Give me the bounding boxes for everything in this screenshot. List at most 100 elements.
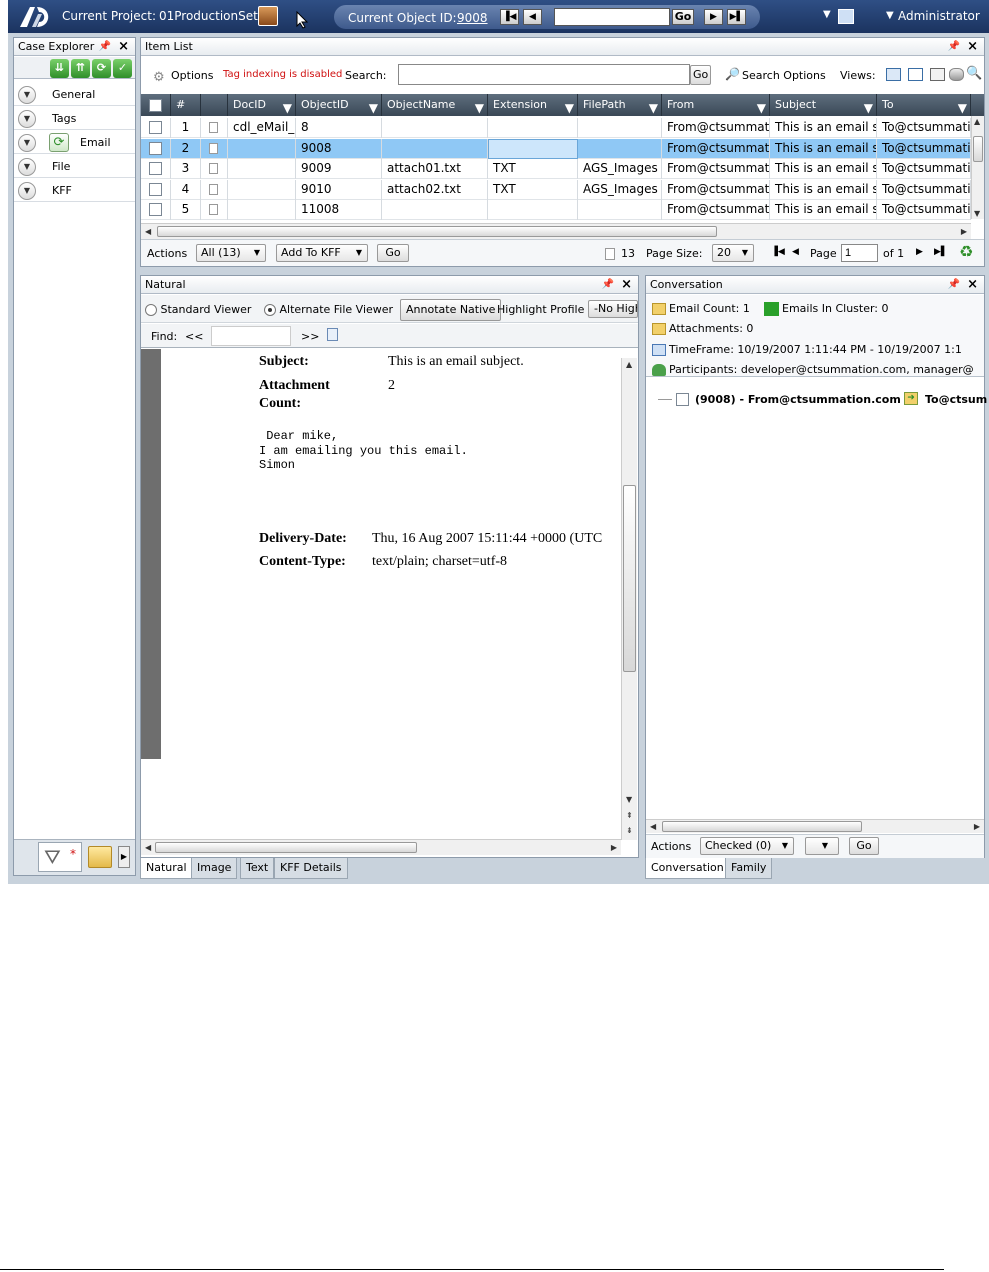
- table-row[interactable]: 4 9010 attach02.txt TXT AGS_Images From@ctsum…: [141, 179, 971, 200]
- apply-check-icon[interactable]: ✓: [113, 59, 132, 78]
- filter-icon[interactable]: ▼: [958, 97, 967, 116]
- scroll-up-icon[interactable]: ▲: [974, 117, 980, 126]
- chevron-down-icon[interactable]: ▼: [18, 134, 36, 152]
- select-all-checkbox-cell[interactable]: [141, 94, 171, 116]
- select-all-checkbox[interactable]: [149, 98, 162, 112]
- case-item-tags[interactable]: ▼ Tags: [14, 107, 135, 130]
- column-header-num[interactable]: #: [171, 94, 201, 116]
- find-input[interactable]: [211, 326, 291, 346]
- row-checkbox-cell[interactable]: [141, 118, 171, 138]
- document-horizontal-scrollbar[interactable]: ◀ ▶: [141, 839, 621, 855]
- tab-family[interactable]: Family: [725, 858, 773, 879]
- conversation-go-button[interactable]: Go: [849, 837, 879, 855]
- filter-icon[interactable]: ▼: [757, 97, 766, 116]
- page-size-select[interactable]: 20 ▼: [712, 244, 754, 262]
- column-header-extension[interactable]: Extension ▼: [488, 94, 578, 116]
- options-link[interactable]: Options: [171, 69, 213, 82]
- scroll-right-icon[interactable]: ▶: [611, 843, 617, 852]
- row-checkbox[interactable]: [149, 121, 162, 134]
- annotate-native-button[interactable]: Annotate Native: [400, 299, 502, 321]
- close-icon[interactable]: ×: [967, 38, 978, 55]
- action-type-select[interactable]: ▼: [805, 837, 839, 855]
- filter-icon[interactable]: ▼: [565, 97, 574, 116]
- folder-tab-icon[interactable]: [88, 846, 112, 868]
- row-checkbox[interactable]: [149, 203, 162, 216]
- project-switch-icon[interactable]: [258, 6, 278, 26]
- filter-icon[interactable]: ▼: [864, 97, 873, 116]
- column-header-docid[interactable]: DocID ▼: [228, 94, 296, 116]
- pin-icon[interactable]: 📌: [948, 38, 960, 55]
- row-checkbox[interactable]: [149, 182, 162, 196]
- case-item-file[interactable]: ▼ File: [14, 155, 135, 178]
- checked-select[interactable]: Checked (0) ▼: [700, 837, 794, 855]
- scroll-down-icon[interactable]: ▼: [974, 209, 980, 218]
- actions-scope-select[interactable]: All (13) ▼: [196, 244, 266, 262]
- pin-icon[interactable]: 📌: [602, 276, 614, 293]
- filter-icon[interactable]: ▼: [475, 97, 484, 116]
- filter-icon[interactable]: ▼: [649, 97, 658, 116]
- expand-all-icon[interactable]: ⇊: [50, 59, 69, 78]
- tree-item-checkbox[interactable]: [676, 393, 689, 406]
- recycle-refresh-icon[interactable]: ♻: [959, 242, 973, 261]
- pin-icon[interactable]: 📌: [948, 276, 960, 293]
- scroll-up-icon[interactable]: ▲: [626, 360, 632, 369]
- document-vertical-scrollbar[interactable]: ▲ ▼ ⇞ ⇟: [621, 358, 637, 840]
- tree-item-label[interactable]: (9008) - From@ctsummation.com: [695, 393, 901, 406]
- find-options-icon[interactable]: [327, 328, 338, 341]
- scroll-right-icon[interactable]: ▶: [961, 227, 967, 236]
- scroll-thumb[interactable]: [973, 136, 983, 162]
- grid-horizontal-scrollbar[interactable]: ◀ ▶: [141, 223, 971, 239]
- scroll-down-icon[interactable]: ▼: [626, 795, 632, 804]
- pin-icon[interactable]: 📌: [99, 38, 111, 55]
- chevron-down-icon[interactable]: ▼: [18, 182, 36, 200]
- conversation-horizontal-scrollbar[interactable]: ◀ ▶: [646, 819, 984, 833]
- scroll-left-icon[interactable]: ◀: [145, 227, 151, 236]
- alternate-viewer-option[interactable]: Alternate File Viewer: [264, 303, 393, 316]
- case-item-kff[interactable]: ▼ KFF: [14, 179, 135, 202]
- refresh-icon[interactable]: ⟳: [49, 133, 69, 152]
- tab-conversation[interactable]: Conversation: [645, 858, 730, 879]
- collapse-all-icon[interactable]: ⇈: [71, 59, 90, 78]
- column-header-objectname[interactable]: ObjectName ▼: [382, 94, 488, 116]
- next-page-icon[interactable]: ▶: [916, 247, 923, 257]
- add-to-kff-select[interactable]: Add To KFF ▼: [276, 244, 368, 262]
- scroll-thumb[interactable]: [662, 821, 862, 832]
- chevron-down-icon[interactable]: ▼: [18, 158, 36, 176]
- column-header-filepath[interactable]: FilePath ▼: [578, 94, 662, 116]
- scroll-thumb[interactable]: [155, 842, 417, 853]
- scroll-right-icon[interactable]: ▶: [118, 846, 130, 868]
- dropdown-arrow-icon[interactable]: ▼: [823, 9, 831, 20]
- column-header-subject[interactable]: Subject ▼: [770, 94, 877, 116]
- table-row[interactable]: 1 cdl_eMail_ 8 From@ctsummat This is an emai…: [141, 118, 971, 138]
- table-row[interactable]: 3 9009 attach01.txt TXT AGS_Images From@ctsum…: [141, 159, 971, 179]
- close-icon[interactable]: ×: [621, 276, 632, 293]
- row-checkbox[interactable]: [149, 141, 162, 155]
- project-name[interactable]: 01ProductionSet: [159, 9, 258, 23]
- prev-object-button[interactable]: ◀: [523, 9, 542, 25]
- window-layout-icon[interactable]: [838, 9, 854, 24]
- search-input[interactable]: [398, 64, 690, 85]
- row-checkbox[interactable]: [149, 162, 162, 175]
- detail-view-icon[interactable]: [908, 68, 923, 81]
- user-name[interactable]: Administrator: [898, 9, 980, 23]
- filter-tab[interactable]: ⛛ *: [38, 842, 82, 872]
- column-header-from[interactable]: From ▼: [662, 94, 770, 116]
- tab-kff-details[interactable]: KFF Details: [274, 858, 348, 879]
- row-checkbox-cell[interactable]: [141, 159, 171, 179]
- radio-button[interactable]: [145, 304, 157, 316]
- object-id-input[interactable]: [554, 8, 670, 26]
- page-number-input[interactable]: [841, 244, 878, 262]
- tree-item-to[interactable]: To@ctsum: [925, 393, 987, 406]
- row-checkbox-cell[interactable]: [141, 200, 171, 220]
- table-row[interactable]: 5 11008 From@ctsummat This is an email s To@…: [141, 200, 971, 220]
- zoom-icon[interactable]: 🔍: [966, 66, 982, 81]
- search-options-link[interactable]: Search Options: [742, 69, 826, 82]
- email-view-icon[interactable]: [930, 68, 945, 81]
- prev-page-icon[interactable]: ◀: [792, 247, 799, 257]
- actions-go-button[interactable]: Go: [377, 244, 409, 262]
- row-checkbox-cell[interactable]: [141, 179, 171, 200]
- next-object-button[interactable]: ▶: [704, 9, 723, 25]
- grid-vertical-scrollbar[interactable]: ▲ ▼: [971, 116, 984, 219]
- object-go-button[interactable]: Go: [672, 9, 694, 25]
- close-icon[interactable]: ×: [967, 276, 978, 293]
